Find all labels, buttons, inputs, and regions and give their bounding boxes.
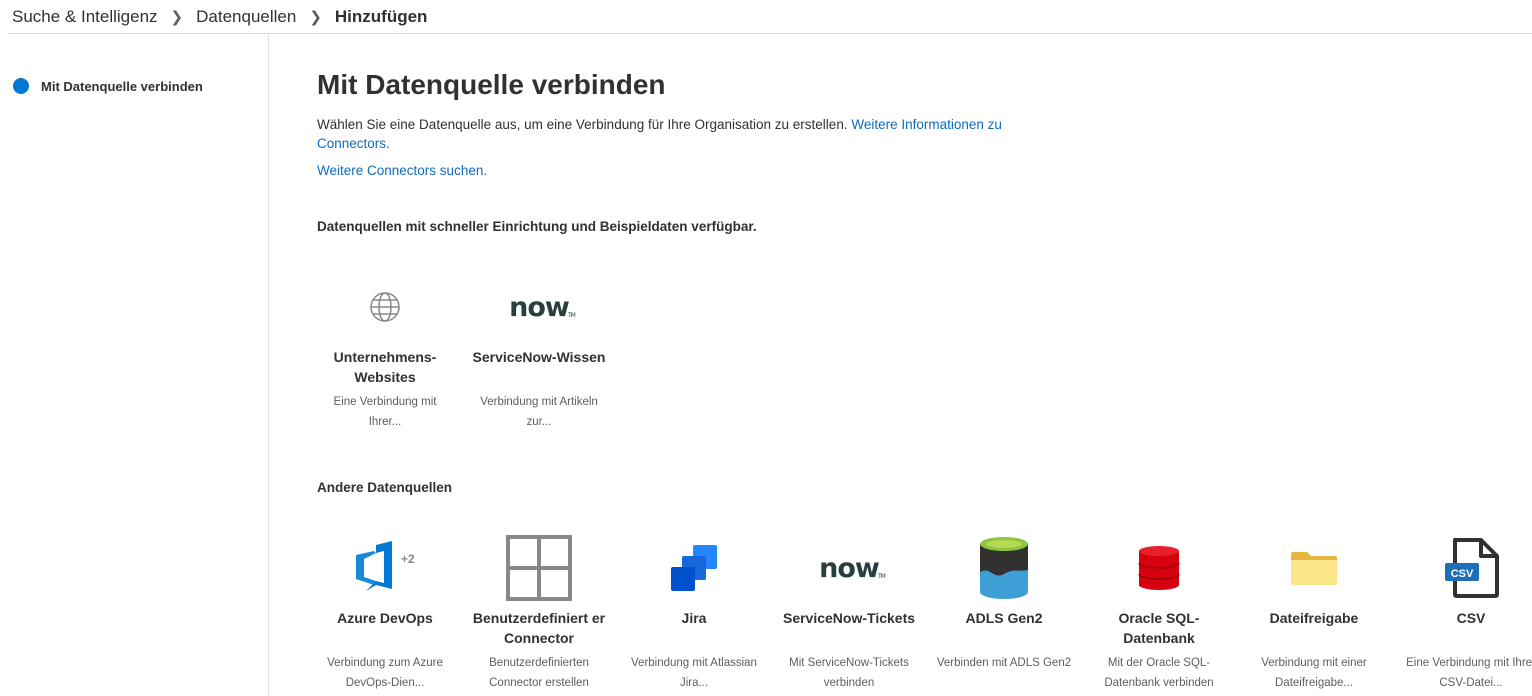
logo-text: now <box>509 291 570 323</box>
globe-icon <box>317 267 453 347</box>
logo-text: now <box>819 552 880 584</box>
adls-gen2-icon <box>936 528 1072 608</box>
custom-connector-icon <box>471 528 607 608</box>
servicenow-logo: now TM <box>471 267 607 347</box>
search-connectors-link[interactable]: Weitere Connectors suchen. <box>317 163 487 178</box>
azure-devops-icon: +2 <box>317 528 453 608</box>
logo-trademark: TM <box>568 311 576 319</box>
tile-description: Mit der Oracle SQL-Datenbank verbinden <box>1104 657 1214 689</box>
tile-name: CSV <box>1456 610 1486 626</box>
tile-name: ADLS Gen2 <box>965 610 1043 626</box>
page-title: Mit Datenquelle verbinden <box>317 69 666 100</box>
tile-description: Eine Verbindung mit Ihrer... <box>333 396 437 428</box>
tile-description: Mit ServiceNow-Tickets verbinden <box>789 657 909 689</box>
folder-icon <box>1246 528 1382 608</box>
wizard-step-connect[interactable]: Mit Datenquelle verbinden <box>13 78 203 94</box>
logo-trademark: TM <box>878 572 886 580</box>
breadcrumb-data-sources[interactable]: Datenquellen <box>196 7 296 27</box>
tile-description: Benutzerdefinierten Connector erstellen <box>489 657 589 689</box>
main-content: Mit Datenquelle verbinden Wählen Sie ein… <box>317 0 1532 696</box>
tile-description: Verbindung mit Atlassian Jira... <box>631 657 757 689</box>
tile-description: Eine Verbindung mit Ihrer CSV-Datei... <box>1406 657 1532 689</box>
wizard-step-label: Mit Datenquelle verbinden <box>41 78 203 94</box>
tile-description: Verbindung mit Artikeln zur... <box>480 396 598 428</box>
tile-name: ServiceNow-Wissen <box>472 349 606 365</box>
tile-description: Verbindung zum Azure DevOps-Dien... <box>327 657 443 689</box>
csv-file-icon: CSV <box>1401 528 1532 608</box>
tile-description: Verbindung mit einer Dateifreigabe... <box>1261 657 1367 689</box>
tile-name: Benutzerdefiniert er Connector <box>472 610 606 646</box>
breadcrumb-search-intelligence[interactable]: Suche & Intelligenz <box>12 7 158 27</box>
step-indicator-icon <box>13 78 29 94</box>
jira-icon <box>626 528 762 608</box>
csv-badge: CSV <box>1451 568 1474 580</box>
servicenow-logo: now TM <box>781 528 917 608</box>
other-sources-section-title: Andere Datenquellen <box>317 480 453 495</box>
tile-name: Dateifreigabe <box>1269 610 1359 626</box>
azure-devops-badge: +2 <box>401 552 415 566</box>
tile-name: Oracle SQL-Datenbank <box>1118 610 1200 646</box>
oracle-database-icon <box>1091 528 1227 608</box>
tile-name: Azure DevOps <box>337 610 433 626</box>
wizard-sidebar: Mit Datenquelle verbinden <box>0 34 269 696</box>
page-description: Wählen Sie eine Datenquelle aus, um eine… <box>317 115 1037 153</box>
chevron-right-icon: ❯ <box>170 9 184 26</box>
tile-name: Unternehmens-Websites <box>333 349 437 385</box>
description-text: Wählen Sie eine Datenquelle aus, um eine… <box>317 117 848 132</box>
tile-name: ServiceNow-Tickets <box>782 610 916 626</box>
tile-description: Verbinden mit ADLS Gen2 <box>936 657 1072 669</box>
tile-name: Jira <box>681 610 707 626</box>
quick-setup-section-title: Datenquellen mit schneller Einrichtung u… <box>317 219 757 234</box>
